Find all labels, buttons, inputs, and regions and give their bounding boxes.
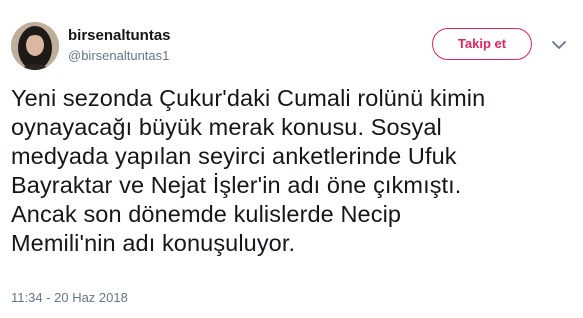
tweet-card: birsenaltuntas @birsenaltuntas1 Takip et… [0, 0, 583, 318]
follow-button[interactable]: Takip et [432, 28, 532, 60]
profile-photo-icon [11, 22, 59, 70]
user-handle[interactable]: @birsenaltuntas1 [68, 48, 169, 63]
tweet-text: Yeni sezonda Çukur'daki Cumali rolünü ki… [11, 85, 486, 256]
display-name[interactable]: birsenaltuntas [68, 27, 171, 44]
tweet-timestamp[interactable]: 11:34 - 20 Haz 2018 [11, 290, 128, 305]
avatar[interactable] [11, 22, 59, 70]
chevron-down-icon[interactable] [552, 40, 566, 50]
